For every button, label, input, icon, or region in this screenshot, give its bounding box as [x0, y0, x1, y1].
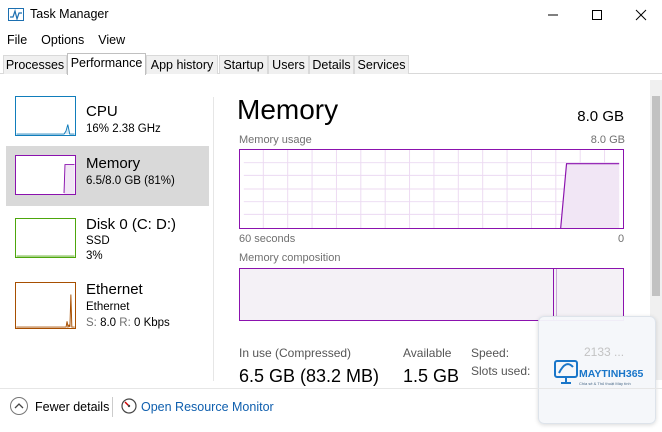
slots-used-label: Slots used: [471, 364, 531, 378]
panel-divider [213, 97, 214, 381]
composition-label: Memory composition [239, 252, 341, 264]
scrollbar-thumb[interactable] [652, 96, 660, 296]
tab-services[interactable]: Services [354, 55, 409, 74]
available-label: Available [403, 346, 452, 360]
cpu-usage-text: 16% 2.38 GHz [86, 123, 161, 135]
close-icon [635, 9, 647, 21]
speed-label: Speed: [471, 346, 510, 360]
sidebar-item-ethernet[interactable]: Ethernet Ethernet S: 8.0 R: 0 Kbps [6, 276, 209, 336]
tab-processes[interactable]: Processes [3, 55, 67, 74]
available-value: 1.5 GB [403, 366, 460, 386]
watermark-tagline: Chia sẻ & Thủ thuật Máy tính [579, 381, 631, 386]
usage-graph-label: Memory usage [239, 134, 312, 146]
tab-startup[interactable]: Startup [219, 55, 268, 74]
ethernet-thumbnail-graph [15, 282, 76, 329]
cpu-thumbnail-graph [15, 96, 76, 136]
sidebar-item-memory[interactable]: Memory 6.5/8.0 GB (81%) [6, 146, 209, 206]
memory-usage-text: 6.5/8.0 GB (81%) [86, 175, 175, 187]
close-button[interactable] [618, 0, 662, 30]
in-use-label: In use (Compressed) [239, 346, 352, 360]
tab-users[interactable]: Users [268, 55, 309, 74]
memory-thumbnail-graph [15, 155, 76, 195]
tab-performance[interactable]: Performance [67, 53, 146, 75]
disk-usage: 3% [86, 250, 103, 262]
maximize-icon [592, 10, 602, 20]
memory-usage-graph [239, 149, 624, 229]
memory-total: 8.0 GB [577, 108, 624, 125]
tab-bar: Processes Performance App history Startu… [0, 53, 662, 75]
send-label: S: [86, 317, 97, 329]
minimize-icon [548, 14, 558, 16]
sidebar-item-cpu[interactable]: CPU 16% 2.38 GHz [6, 84, 209, 144]
tab-app-history[interactable]: App history [146, 55, 218, 74]
chevron-up-icon[interactable] [10, 397, 28, 415]
composition-modified-divider [556, 269, 557, 320]
watermark-brand: MAYTINH365 [579, 368, 643, 380]
resource-monitor-icon[interactable] [121, 398, 137, 414]
window-title: Task Manager [30, 7, 109, 21]
send-value: 8.0 [100, 317, 117, 329]
resource-list: CPU 16% 2.38 GHz Memory 6.5/8.0 GB (81%)… [0, 76, 215, 376]
memory-composition-bar[interactable] [239, 268, 624, 321]
menu-bar: File Options View [0, 30, 132, 50]
maximize-button[interactable] [574, 0, 620, 30]
memory-title: Memory [86, 155, 141, 172]
disk-title: Disk 0 (C: D:) [86, 216, 176, 233]
in-use-value: 6.5 GB (83.2 MB) [239, 366, 380, 386]
page-title: Memory [237, 94, 339, 125]
menu-options[interactable]: Options [34, 30, 91, 50]
menu-view[interactable]: View [91, 30, 132, 50]
composition-in-use-divider [553, 269, 554, 320]
title-bar: Task Manager [0, 0, 662, 30]
usage-graph-max: 8.0 GB [590, 134, 625, 146]
sidebar-item-disk[interactable]: Disk 0 (C: D:) SSD 3% [6, 211, 209, 271]
cpu-title: CPU [86, 103, 118, 120]
minimize-button[interactable] [530, 0, 576, 30]
ethernet-throughput: S: 8.0 R: 0 Kbps [86, 316, 170, 330]
fewer-details-button[interactable]: Fewer details [35, 400, 109, 414]
disk-thumbnail-graph [15, 218, 76, 258]
ethernet-title: Ethernet [86, 281, 143, 298]
receive-label: R: [119, 317, 131, 329]
open-resource-monitor-link[interactable]: Open Resource Monitor [141, 400, 274, 414]
task-manager-icon [8, 8, 24, 22]
time-axis-left: 60 seconds [239, 233, 296, 245]
footer-separator [112, 397, 113, 417]
ethernet-adapter: Ethernet [86, 301, 130, 313]
receive-value: 0 Kbps [133, 317, 170, 329]
menu-file[interactable]: File [0, 30, 34, 50]
disk-type: SSD [86, 235, 110, 247]
tab-details[interactable]: Details [309, 55, 354, 74]
time-axis-right: 0 [618, 233, 625, 245]
